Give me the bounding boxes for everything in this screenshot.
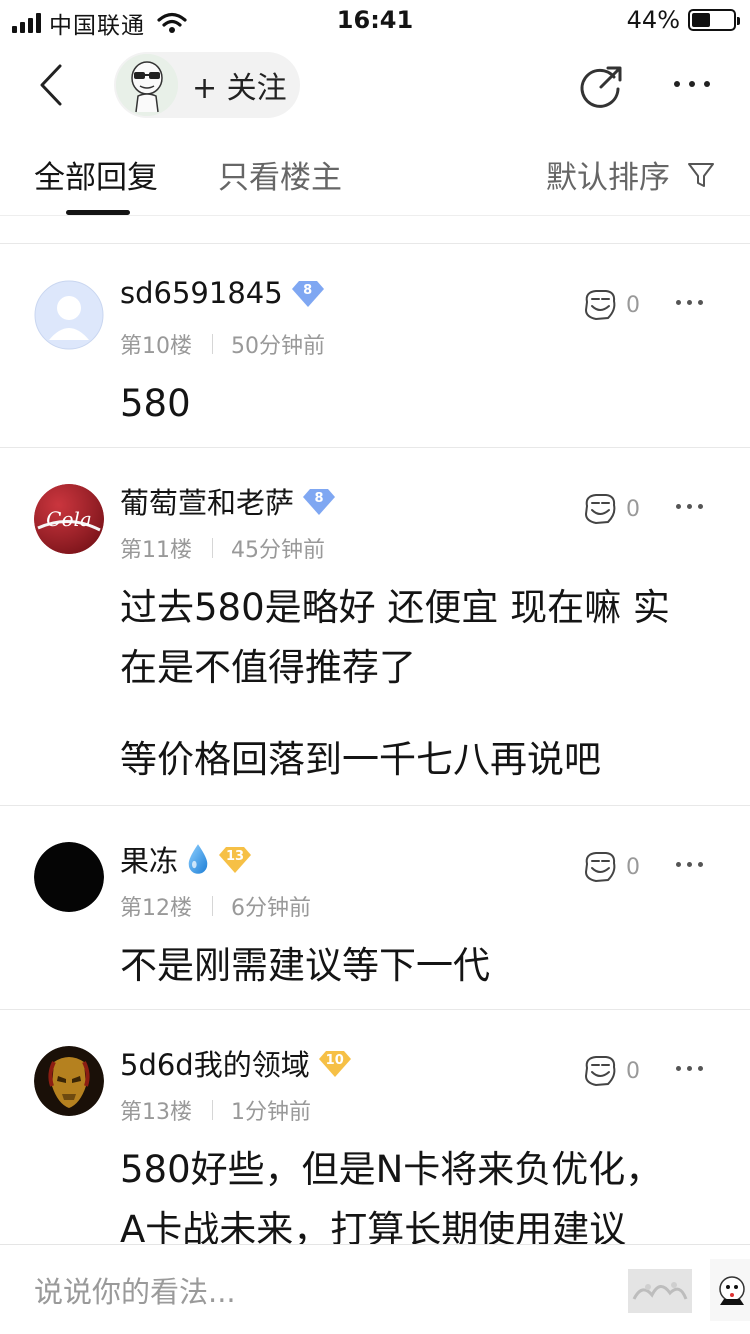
reply-input[interactable]: 说说你的看法... (34, 1269, 236, 1311)
status-bar: 中国联通 16:41 44% (0, 0, 750, 42)
level-number: 8 (303, 283, 313, 298)
comment-content: 580 (120, 374, 720, 434)
comment-header: 葡萄萱和老萨 8 (120, 480, 336, 522)
comment-more-icon[interactable] (676, 504, 710, 512)
like-icon (584, 1056, 616, 1087)
post-time: 50分钟前 (231, 334, 325, 359)
reply-bar: 说说你的看法... (0, 1244, 750, 1334)
comment-content: 过去580是略好 还便宜 现在嘛 实 在是不值得推荐了 等价格回落到一千七八再说… (120, 578, 720, 790)
tab-only-op[interactable]: 只看楼主 (218, 152, 342, 197)
comment-header: sd6591845 8 (120, 276, 325, 310)
more-icon[interactable] (668, 72, 716, 96)
list-top-divider (0, 216, 750, 244)
floor-number: 第10楼 (120, 334, 192, 359)
comment-line: 过去580是略好 还便宜 现在嘛 实 (120, 586, 670, 629)
battery-fill (692, 13, 710, 27)
comment-header: 果冻 13 (120, 838, 252, 880)
comment-meta: 第11楼 45分钟前 (120, 532, 325, 564)
comment-line: 580好些，但是N卡将来负优化， (120, 1148, 663, 1191)
reply-tabs: 全部回复 只看楼主 默认排序 (0, 130, 750, 216)
post-time: 1分钟前 (231, 1100, 311, 1125)
avatar[interactable] (34, 842, 104, 912)
comment-more-icon[interactable] (676, 1066, 710, 1074)
level-badge: 13 (218, 844, 252, 874)
like-icon (584, 852, 616, 883)
like-count: 0 (626, 496, 640, 522)
like-icon (584, 290, 616, 321)
like-button[interactable]: 0 (582, 492, 640, 526)
comment-item: sd6591845 8 第10楼 50分钟前 0 580 (0, 244, 750, 448)
level-badge: 10 (318, 1048, 352, 1078)
like-button[interactable]: 0 (582, 1054, 640, 1088)
post-time: 6分钟前 (231, 896, 311, 921)
comment-more-icon[interactable] (676, 862, 710, 870)
sticker-icon[interactable] (710, 1259, 750, 1321)
username[interactable]: 5d6d我的领域 (120, 1042, 310, 1084)
username[interactable]: sd6591845 (120, 276, 283, 310)
tab-active-indicator (66, 210, 130, 215)
battery-percent: 44% (626, 6, 680, 34)
like-count: 0 (626, 854, 640, 880)
level-number: 10 (325, 1053, 344, 1068)
comment-line: 等价格回落到一千七八再说吧 (120, 738, 601, 781)
follow-label: + 关注 (192, 71, 287, 106)
comment-line: 580 (120, 382, 191, 425)
comment-meta: 第10楼 50分钟前 (120, 328, 325, 360)
sort-dropdown[interactable]: 默认排序 (546, 152, 716, 197)
level-number: 8 (314, 491, 324, 506)
username[interactable]: 果冻 (120, 838, 178, 880)
like-icon (584, 494, 616, 525)
level-number: 13 (225, 849, 245, 864)
comment-item: Cola 葡萄萱和老萨 8 第11楼 45分钟前 0 过去580是略好 还便宜 (0, 448, 750, 806)
like-button[interactable]: 0 (582, 288, 640, 322)
like-count: 0 (626, 1058, 640, 1084)
comment-line: 不是刚需建议等下一代 (120, 944, 490, 987)
reply-page: 中国联通 16:41 44% + 关注 全部回复 只看楼主 默认排序 sd659… (0, 0, 750, 1334)
comment-meta: 第13楼 1分钟前 (120, 1094, 311, 1126)
nav-bar: + 关注 (0, 42, 750, 130)
comment-content: 不是刚需建议等下一代 (120, 936, 720, 996)
comment-more-icon[interactable] (676, 300, 710, 308)
floor-number: 第12楼 (120, 896, 192, 921)
comment-item: 果冻 13 第12楼 6分钟前 0 不是刚需建议等下一代 (0, 806, 750, 1010)
avatar[interactable] (34, 280, 104, 350)
tab-all-replies[interactable]: 全部回复 (34, 152, 158, 197)
comment-line: 在是不值得推荐了 (120, 646, 416, 689)
post-time: 45分钟前 (231, 538, 325, 563)
emoji-icon[interactable] (628, 1269, 692, 1313)
comment-content: 580好些，但是N卡将来负优化， A卡战未来，打算长期使用建议 (120, 1140, 720, 1260)
comment-header: 5d6d我的领域 10 (120, 1042, 352, 1084)
username[interactable]: 葡萄萱和老萨 (120, 480, 294, 522)
sort-label: 默认排序 (546, 160, 670, 196)
comment-item: 5d6d我的领域 10 第13楼 1分钟前 0 580好些，但是N卡将来负优化，… (0, 1010, 750, 1251)
comment-meta: 第12楼 6分钟前 (120, 890, 311, 922)
avatar[interactable]: Cola (34, 484, 104, 554)
like-count: 0 (626, 292, 640, 318)
avatar[interactable] (34, 1046, 104, 1116)
floor-number: 第13楼 (120, 1100, 192, 1125)
op-avatar (116, 54, 178, 116)
level-badge: 8 (291, 278, 325, 308)
battery-icon (688, 9, 740, 31)
share-icon[interactable] (574, 60, 628, 114)
level-badge: 8 (302, 486, 336, 516)
follow-button[interactable]: + 关注 (114, 52, 300, 118)
floor-number: 第11楼 (120, 538, 192, 563)
water-drop-icon (188, 844, 208, 874)
back-icon[interactable] (28, 60, 78, 110)
status-right: 44% (626, 6, 740, 34)
svg-text:Cola: Cola (46, 507, 92, 531)
like-button[interactable]: 0 (582, 850, 640, 884)
filter-icon (688, 162, 714, 187)
